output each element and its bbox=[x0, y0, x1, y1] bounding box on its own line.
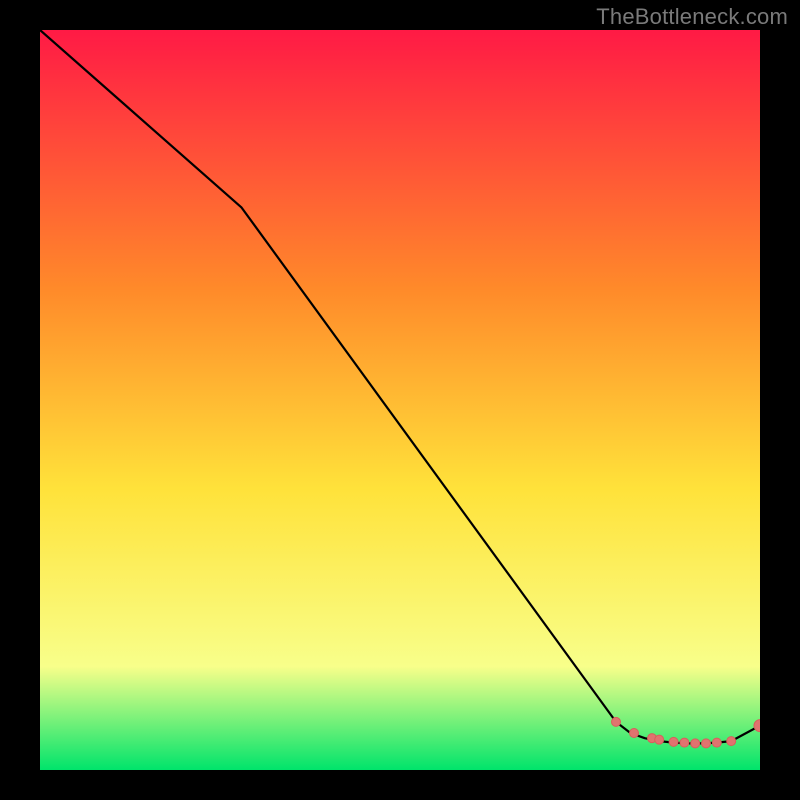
watermark-text: TheBottleneck.com bbox=[596, 4, 788, 30]
gradient-background bbox=[40, 30, 760, 770]
highlight-point bbox=[630, 729, 639, 738]
highlight-point bbox=[655, 735, 664, 744]
chart-frame: TheBottleneck.com bbox=[0, 0, 800, 800]
highlight-point bbox=[727, 737, 736, 746]
chart-svg bbox=[40, 30, 760, 770]
highlight-point bbox=[702, 739, 711, 748]
highlight-point bbox=[691, 739, 700, 748]
highlight-point bbox=[680, 738, 689, 747]
highlight-point bbox=[669, 737, 678, 746]
highlight-point bbox=[712, 738, 721, 747]
plot-area bbox=[40, 30, 760, 770]
highlight-point bbox=[612, 717, 621, 726]
